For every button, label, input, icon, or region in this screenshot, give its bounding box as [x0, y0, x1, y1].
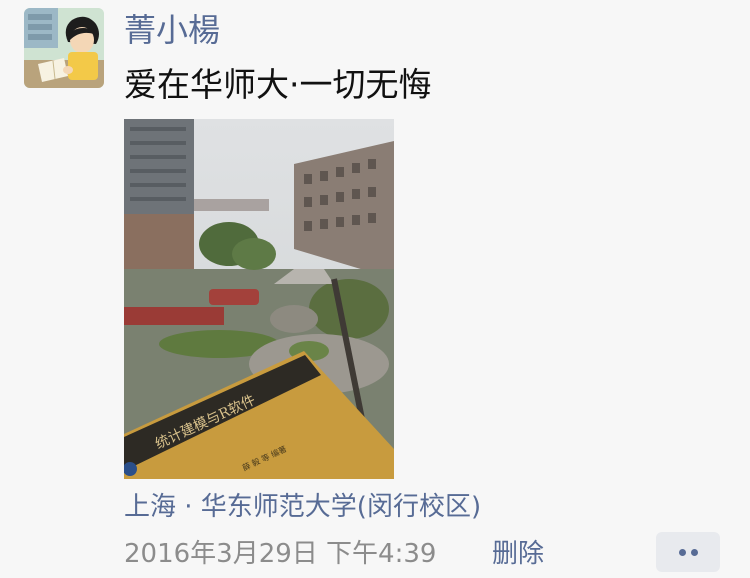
location-link[interactable]: 上海 · 华东师范大学(闵行校区) — [124, 487, 481, 527]
avatar[interactable] — [24, 8, 104, 88]
ellipsis-icon — [679, 549, 686, 556]
ellipsis-icon — [691, 549, 698, 556]
post-photo[interactable]: 统计建模与R软件 薛 毅 等 编著 — [124, 119, 394, 479]
more-actions-button[interactable] — [656, 532, 720, 572]
moments-post: 菁小楊 爱在华师大·一切无悔 统计建模与R软件 薛 毅 等 编著 上海 · 华东… — [0, 0, 750, 578]
delete-button[interactable]: 删除 — [492, 534, 544, 574]
post-timestamp: 2016年3月29日 下午4:39 — [124, 539, 437, 569]
author-name[interactable]: 菁小楊 — [124, 8, 220, 52]
post-text: 爱在华师大·一切无悔 — [124, 65, 432, 104]
